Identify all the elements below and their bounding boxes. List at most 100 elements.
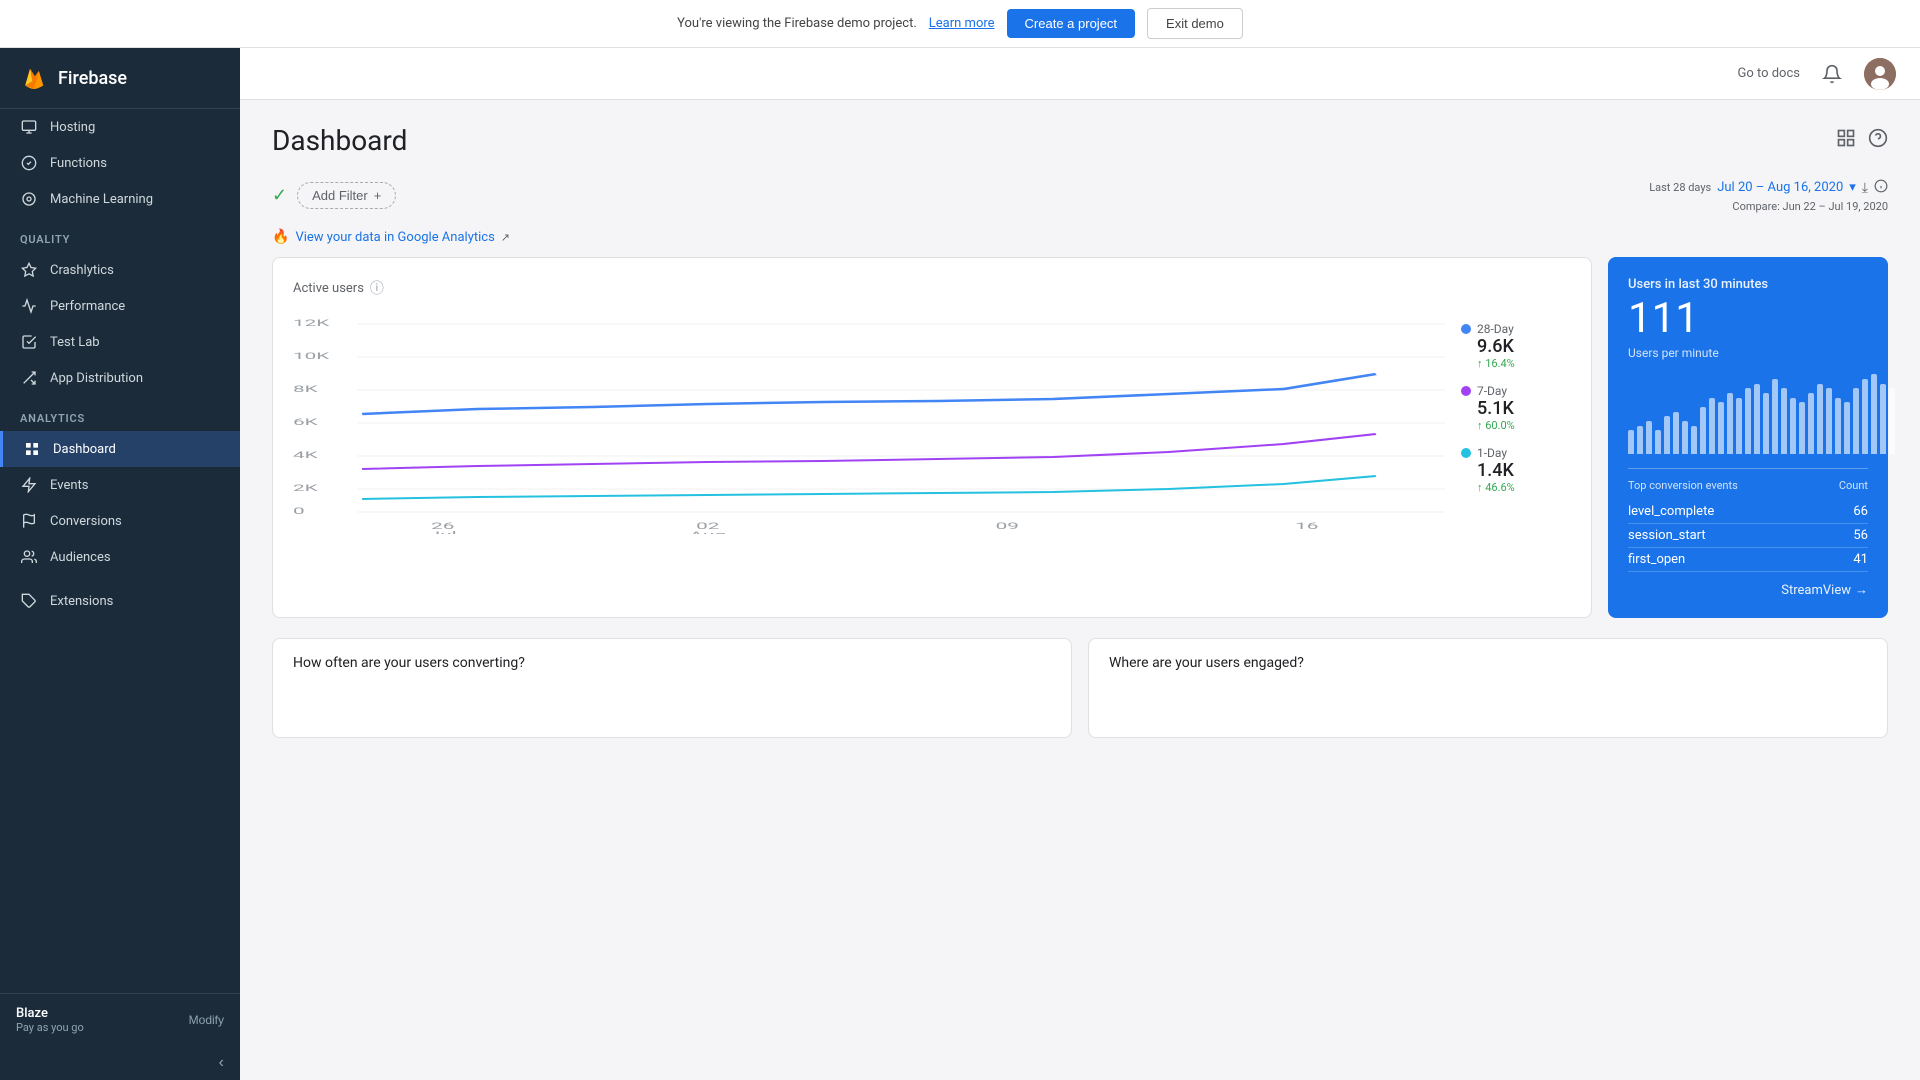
- user-avatar[interactable]: [1864, 58, 1896, 90]
- chart-container: 12K 10K 8K 6K 4K 2K 0: [293, 314, 1571, 538]
- filter-left: ✓ Add Filter +: [272, 182, 396, 209]
- sidebar-item-app-distribution[interactable]: App Distribution: [0, 360, 240, 396]
- performance-label: Performance: [50, 299, 125, 314]
- sidebar-item-functions[interactable]: Functions: [0, 145, 240, 181]
- svg-text:10K: 10K: [293, 351, 331, 362]
- conversion-name-1: session_start: [1628, 528, 1706, 543]
- date-dropdown-icon[interactable]: ▾: [1849, 180, 1856, 195]
- plan-name: Blaze: [16, 1006, 84, 1021]
- bar-mini: [1781, 388, 1787, 454]
- streamview-link[interactable]: StreamView →: [1628, 582, 1868, 598]
- customize-dashboard-button[interactable]: [1836, 128, 1856, 153]
- audiences-label: Audiences: [50, 550, 111, 565]
- download-icon[interactable]: ⤓: [1862, 179, 1868, 196]
- bar-mini: [1718, 402, 1724, 454]
- collapse-sidebar-button[interactable]: ‹: [219, 1054, 224, 1072]
- help-button[interactable]: [1868, 128, 1888, 153]
- sidebar-item-crashlytics[interactable]: Crashlytics: [0, 252, 240, 288]
- legend-value-1day: 1.4K: [1461, 460, 1571, 481]
- add-filter-button[interactable]: Add Filter +: [297, 182, 396, 209]
- bar-mini: [1754, 384, 1760, 455]
- bar-mini: [1808, 393, 1814, 454]
- sidebar-header: Firebase: [0, 48, 240, 109]
- sidebar-item-dashboard[interactable]: Dashboard: [0, 431, 240, 467]
- realtime-bar-chart: [1628, 374, 1868, 454]
- active-users-help-icon[interactable]: ⓘ: [370, 278, 384, 298]
- bottom-cards-row: How often are your users converting? Whe…: [272, 638, 1888, 738]
- firebase-logo-icon: [20, 64, 48, 92]
- sidebar-item-extensions[interactable]: Extensions: [0, 583, 240, 619]
- hosting-label: Hosting: [50, 120, 95, 135]
- sidebar-item-events[interactable]: Events: [0, 467, 240, 503]
- app-layout: Firebase Hosting Functions Machine Learn…: [0, 48, 1920, 1080]
- main-content: Go to docs Dashboard: [240, 48, 1920, 1080]
- bar-mini: [1745, 388, 1751, 454]
- app-distribution-label: App Distribution: [50, 371, 143, 386]
- streamview-arrow-icon: →: [1855, 582, 1868, 598]
- engaged-card: Where are your users engaged?: [1088, 638, 1888, 738]
- bar-mini: [1727, 393, 1733, 454]
- conversion-count-2: 41: [1853, 552, 1868, 567]
- learn-more-link[interactable]: Learn more: [929, 16, 995, 31]
- bar-mini: [1844, 402, 1850, 454]
- conversion-row-session-start: session_start 56: [1628, 524, 1868, 548]
- sidebar-item-audiences[interactable]: Audiences: [0, 539, 240, 575]
- legend-7day: 7-Day 5.1K ↑ 60.0%: [1461, 384, 1571, 432]
- events-icon: [20, 476, 38, 494]
- sidebar-bottom: Blaze Pay as you go Modify: [0, 993, 240, 1046]
- sidebar-item-hosting[interactable]: Hosting: [0, 109, 240, 145]
- modify-plan-button[interactable]: Modify: [189, 1013, 224, 1027]
- functions-label: Functions: [50, 156, 107, 171]
- audiences-icon: [20, 548, 38, 566]
- conversions-label: Conversions: [50, 514, 122, 529]
- events-label: Events: [50, 478, 88, 493]
- svg-text:6K: 6K: [293, 417, 319, 428]
- bar-mini: [1682, 421, 1688, 454]
- analytics-link[interactable]: 🔥 View your data in Google Analytics ↗: [272, 229, 1888, 245]
- extensions-icon: [20, 592, 38, 610]
- engaged-title: Where are your users engaged?: [1109, 655, 1867, 671]
- bar-mini: [1871, 374, 1877, 454]
- functions-icon: [20, 154, 38, 172]
- sidebar-collapse-area: ‹: [0, 1046, 240, 1080]
- bar-mini: [1817, 384, 1823, 455]
- sidebar-item-conversions[interactable]: Conversions: [0, 503, 240, 539]
- svg-text:12K: 12K: [293, 318, 331, 329]
- bar-mini: [1655, 430, 1661, 454]
- svg-text:8K: 8K: [293, 384, 319, 395]
- active-users-header: Active users ⓘ: [293, 278, 1571, 298]
- sidebar-item-ml[interactable]: Machine Learning: [0, 181, 240, 217]
- notification-icon[interactable]: [1816, 58, 1848, 90]
- active-users-label: Active users: [293, 281, 364, 296]
- analytics-section-header: Analytics: [0, 396, 240, 431]
- exit-demo-button[interactable]: Exit demo: [1147, 8, 1243, 39]
- fire-emoji-icon: 🔥: [272, 229, 289, 245]
- dashboard-title-icons: [1836, 128, 1888, 153]
- bar-mini: [1709, 398, 1715, 455]
- create-project-button[interactable]: Create a project: [1007, 9, 1136, 38]
- svg-text:0: 0: [293, 506, 305, 517]
- go-to-docs-link[interactable]: Go to docs: [1737, 66, 1800, 81]
- svg-text:Aug: Aug: [689, 530, 725, 534]
- app-distribution-icon: [20, 369, 38, 387]
- realtime-title: Users in last 30 minutes: [1628, 277, 1868, 292]
- legend-1day: 1-Day 1.4K ↑ 46.6%: [1461, 446, 1571, 494]
- sidebar-item-performance[interactable]: Performance: [0, 288, 240, 324]
- conversion-name-0: level_complete: [1628, 504, 1714, 519]
- date-value[interactable]: Jul 20 – Aug 16, 2020: [1717, 180, 1843, 195]
- performance-icon: [20, 297, 38, 315]
- sidebar-item-testlab[interactable]: Test Lab: [0, 324, 240, 360]
- bar-mini: [1691, 426, 1697, 454]
- filter-help-icon[interactable]: [1874, 177, 1888, 198]
- legend-value-7day: 5.1K: [1461, 398, 1571, 419]
- bar-mini: [1853, 388, 1859, 454]
- svg-text:16: 16: [1295, 521, 1318, 532]
- analytics-link-text[interactable]: View your data in Google Analytics: [295, 230, 494, 245]
- dashboard-label: Dashboard: [53, 442, 116, 457]
- extensions-label: Extensions: [50, 594, 113, 609]
- compare-range: Compare: Jun 22 – Jul 19, 2020: [1732, 200, 1888, 213]
- legend-dot-7day: [1461, 386, 1471, 396]
- add-filter-label: Add Filter: [312, 188, 368, 203]
- plan-sub: Pay as you go: [16, 1021, 84, 1034]
- dashboard-title-row: Dashboard: [272, 124, 1888, 157]
